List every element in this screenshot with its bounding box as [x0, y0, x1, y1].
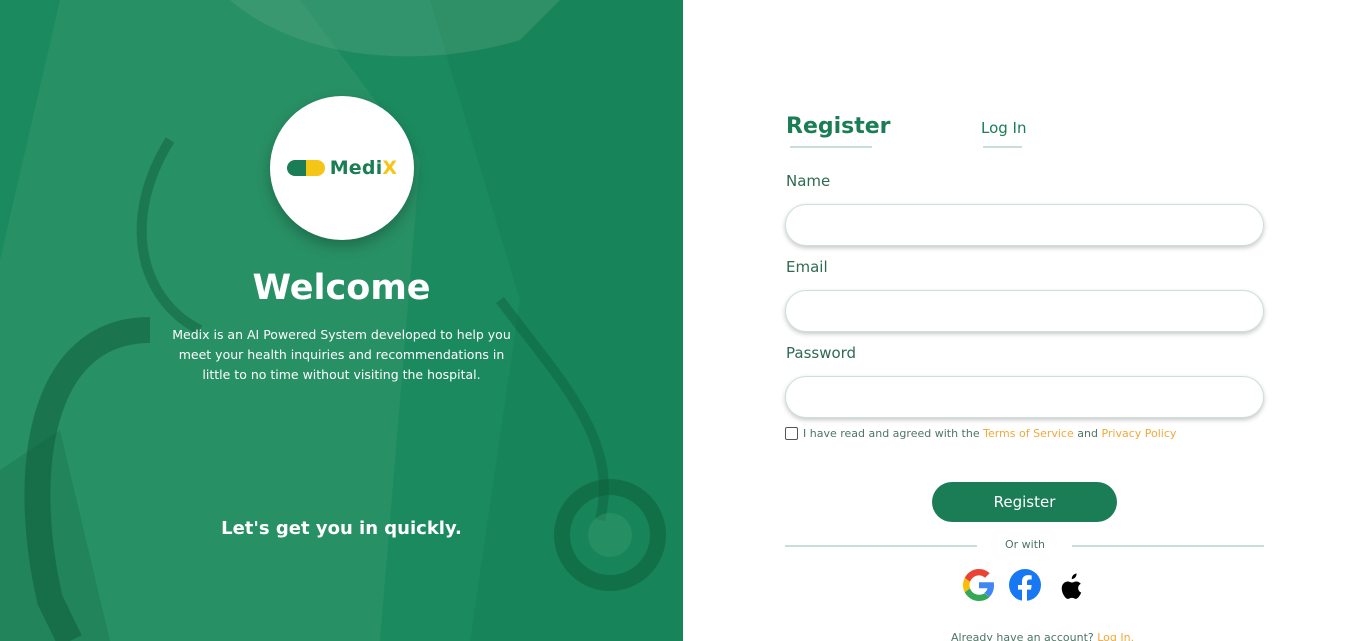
privacy-policy-link[interactable]: Privacy Policy [1101, 427, 1176, 440]
email-input[interactable] [785, 290, 1264, 332]
terms-checkbox[interactable] [785, 427, 798, 440]
brand-name: MediX [329, 157, 398, 179]
google-icon[interactable] [963, 569, 995, 601]
agree-and-text: and [1073, 427, 1102, 440]
or-with-label: Or with [1004, 538, 1045, 551]
tagline: Let's get you in quickly. [221, 518, 462, 539]
welcome-description: Medix is an AI Powered System developed … [172, 327, 511, 382]
facebook-icon[interactable] [1009, 569, 1041, 601]
register-button[interactable]: Register [932, 482, 1117, 522]
name-input[interactable] [785, 204, 1264, 246]
login-prompt-text: Already have an account? [951, 631, 1098, 641]
name-label: Name [786, 172, 831, 190]
terms-agreement: I have read and agreed with the Terms of… [785, 427, 1176, 440]
tab-register-underline [790, 146, 872, 148]
tab-register[interactable]: Register [786, 114, 891, 139]
password-input[interactable] [785, 376, 1264, 418]
apple-icon[interactable] [1055, 569, 1087, 601]
terms-of-service-link[interactable]: Terms of Service [983, 427, 1074, 440]
tab-login-underline [983, 146, 1022, 148]
divider-right [1072, 545, 1264, 547]
medix-logo: MediX [270, 96, 414, 240]
divider-left [785, 545, 977, 547]
email-label: Email [786, 258, 828, 276]
tab-login[interactable]: Log In [981, 119, 1027, 137]
pill-icon [286, 160, 325, 176]
welcome-panel: MediX Welcome Medix is an AI Powered Sys… [0, 0, 683, 641]
welcome-heading: Welcome [252, 268, 431, 308]
password-label: Password [786, 344, 857, 362]
agree-prefix-text: I have read and agreed with the [803, 427, 984, 440]
login-link[interactable]: Log In. [1097, 631, 1134, 641]
